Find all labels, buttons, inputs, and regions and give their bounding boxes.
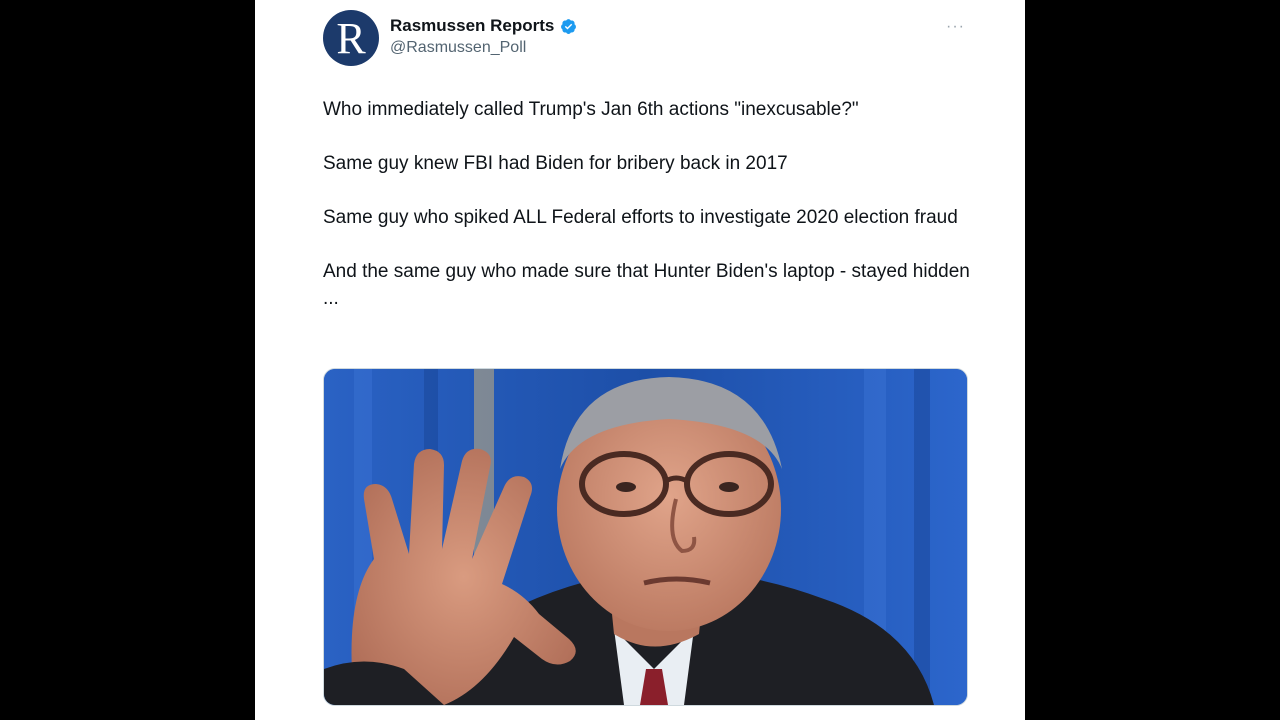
tweet-line: Same guy who spiked ALL Federal efforts … bbox=[323, 207, 958, 228]
tweet-line: Who immediately called Trump's Jan 6th a… bbox=[323, 99, 859, 120]
avatar[interactable]: R bbox=[323, 10, 379, 66]
author-handle[interactable]: @Rasmussen_Poll bbox=[390, 39, 577, 57]
verified-badge-icon bbox=[560, 18, 577, 35]
tweet-card[interactable]: R Rasmussen Reports @Rasmussen_Poll ··· … bbox=[255, 0, 1025, 720]
avatar-letter: R bbox=[336, 14, 366, 63]
tweet-line: Same guy knew FBI had Biden for bribery … bbox=[323, 153, 788, 174]
more-options-icon[interactable]: ··· bbox=[946, 18, 965, 36]
author-name[interactable]: Rasmussen Reports bbox=[390, 16, 554, 36]
tweet-text: Who immediately called Trump's Jan 6th a… bbox=[323, 96, 983, 339]
tweet-line: And the same guy who made sure that Hunt… bbox=[323, 261, 970, 309]
author-name-row: Rasmussen Reports bbox=[390, 16, 577, 36]
screen: R Rasmussen Reports @Rasmussen_Poll ··· … bbox=[0, 0, 1280, 720]
author-block: Rasmussen Reports @Rasmussen_Poll bbox=[390, 16, 577, 57]
tweet-photo[interactable] bbox=[323, 368, 968, 706]
photo-illustration bbox=[324, 369, 967, 705]
